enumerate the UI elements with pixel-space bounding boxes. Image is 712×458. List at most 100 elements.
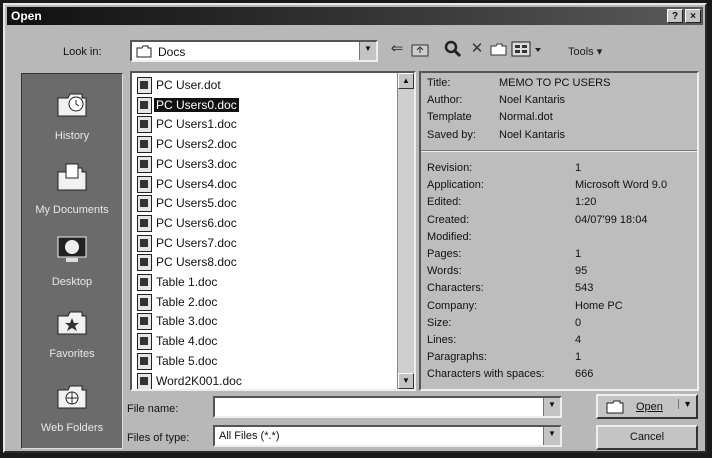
place-my-documents[interactable]: My Documents [22, 154, 122, 224]
file-name: PC Users4.doc [156, 176, 237, 191]
property-value: 666 [575, 368, 594, 381]
look-in-combo[interactable]: Docs ▼ [130, 40, 378, 62]
file-list-scrollbar[interactable]: ▲ ▼ [397, 73, 414, 389]
cancel-button[interactable]: Cancel [596, 425, 698, 450]
file-item[interactable]: PC Users8.doc [134, 253, 392, 272]
property-key: Size: [427, 316, 452, 329]
files-of-type-label: Files of type: [127, 432, 190, 444]
place-web-folders[interactable]: Web Folders [22, 372, 122, 442]
property-value: 1 [575, 351, 582, 364]
scroll-down-button[interactable]: ▼ [398, 373, 414, 389]
file-item[interactable]: Table 2.doc [134, 293, 392, 311]
property-row: Size: 0 [427, 317, 697, 332]
places-bar: History My Documents Desktop Favorites W… [21, 73, 123, 449]
property-key: Edited: [427, 196, 462, 209]
property-row: Revision: 1 [427, 162, 697, 177]
file-name: Table 1.doc [156, 275, 218, 289]
search-web-icon[interactable] [443, 39, 463, 59]
file-name: Table 5.doc [156, 353, 218, 368]
property-value: Noel Kantaris [499, 128, 566, 141]
property-row: Characters: 543 [427, 282, 697, 297]
file-item[interactable]: Table 4.doc [134, 332, 392, 351]
property-key: Words: [427, 265, 462, 278]
tools-menu[interactable]: Tools ▾ [568, 45, 602, 58]
history-icon [57, 93, 87, 117]
favorites-icon [57, 311, 87, 335]
file-item[interactable]: Table 3.doc [134, 312, 392, 331]
property-row: Company: Home PC [427, 300, 697, 315]
property-key: Created: [427, 213, 470, 226]
file-list[interactable]: PC User.dot PC Users0.doc PC Users1.doc PC … [130, 71, 416, 391]
look-in-dropdown-button[interactable]: ▼ [359, 42, 376, 60]
file-item[interactable]: PC Users1.doc [134, 115, 392, 134]
close-button[interactable]: × [685, 9, 701, 23]
properties-preview: Title: MEMO TO PC USERS Author: Noel Kantar… [419, 71, 699, 391]
property-row: Application: Microsoft Word 9.0 [427, 179, 697, 194]
property-key: Title: [427, 77, 451, 89]
new-folder-icon[interactable] [489, 39, 509, 59]
file-item[interactable]: Table 5.doc [134, 352, 392, 370]
property-value: 543 [575, 282, 594, 295]
file-item[interactable]: PC Users2.doc [134, 135, 392, 154]
look-in-label: Look in: [63, 46, 102, 58]
my-documents-icon [57, 163, 87, 191]
up-folder-icon[interactable] [410, 39, 430, 59]
open-options-arrow-icon[interactable]: ▼ [678, 399, 692, 409]
property-key: Lines: [427, 334, 457, 346]
file-item[interactable]: Table 1.doc [134, 273, 392, 291]
property-key: Application: [427, 179, 484, 192]
help-button[interactable]: ? [667, 9, 683, 23]
file-item[interactable]: PC Users5.doc [134, 194, 392, 213]
file-item[interactable]: PC Users7.doc [134, 234, 392, 252]
file-item[interactable]: PC Users4.doc [134, 175, 392, 193]
word-document-icon [137, 175, 152, 193]
file-item[interactable]: Word2K001.doc [134, 372, 392, 389]
property-value: 4 [575, 334, 582, 346]
back-arrow-icon[interactable]: ⇐ [387, 39, 407, 59]
folder-icon [136, 45, 152, 58]
word-document-icon [137, 155, 152, 173]
property-value: Noel Kantaris [499, 94, 566, 107]
word-document-icon [137, 214, 152, 232]
files-of-type-dropdown-button[interactable]: ▼ [543, 427, 560, 445]
file-name-dropdown-button[interactable]: ▼ [543, 398, 560, 416]
property-key: Characters with spaces: [427, 368, 545, 381]
place-favorites[interactable]: Favorites [22, 298, 122, 368]
file-item[interactable]: PC Users0.doc [134, 96, 392, 114]
file-name-label: File name: [127, 403, 179, 415]
property-value: Normal.dot [499, 111, 553, 124]
property-value: Home PC [575, 299, 623, 312]
property-key: Template [427, 111, 472, 124]
property-key: Pages: [427, 248, 462, 260]
file-item[interactable]: PC User.dot [134, 76, 392, 94]
file-item[interactable]: PC Users6.doc [134, 214, 392, 232]
property-value: Microsoft Word 9.0 [575, 179, 668, 192]
property-key: Company: [427, 299, 478, 312]
files-of-type-select[interactable]: All Files (*.*) ▼ [213, 425, 562, 447]
property-value: 95 [575, 265, 588, 278]
files-of-type-value: All Files (*.*) [219, 430, 280, 442]
delete-icon[interactable]: ✕ [467, 39, 487, 59]
word-document-icon [137, 372, 152, 389]
views-icon[interactable] [511, 39, 547, 59]
open-button[interactable]: Open ▼ [596, 394, 698, 419]
open-button-label: Open [636, 401, 663, 413]
property-row: Modified: [427, 231, 697, 246]
dialog-title: Open [11, 9, 42, 23]
place-desktop[interactable]: Desktop [22, 226, 122, 296]
word-document-icon [137, 234, 152, 252]
scroll-up-button[interactable]: ▲ [398, 73, 414, 89]
property-value: 1:20 [575, 196, 597, 209]
word-document-icon [137, 293, 152, 311]
word-document-icon [137, 274, 152, 291]
file-item[interactable]: PC Users3.doc [134, 155, 392, 173]
file-name-input[interactable]: ▼ [213, 396, 562, 418]
property-value: 1 [575, 162, 582, 174]
file-name: PC Users3.doc [156, 156, 237, 171]
word-document-icon [137, 116, 152, 134]
property-key: Revision: [427, 162, 473, 174]
property-row: Pages: 1 [427, 248, 697, 263]
word-document-icon [137, 352, 152, 370]
place-history[interactable]: History [22, 80, 122, 150]
open-dialog: Open ? × Look in: Docs ▼ ⇐ ✕ Tools ▾ His… [3, 3, 707, 453]
